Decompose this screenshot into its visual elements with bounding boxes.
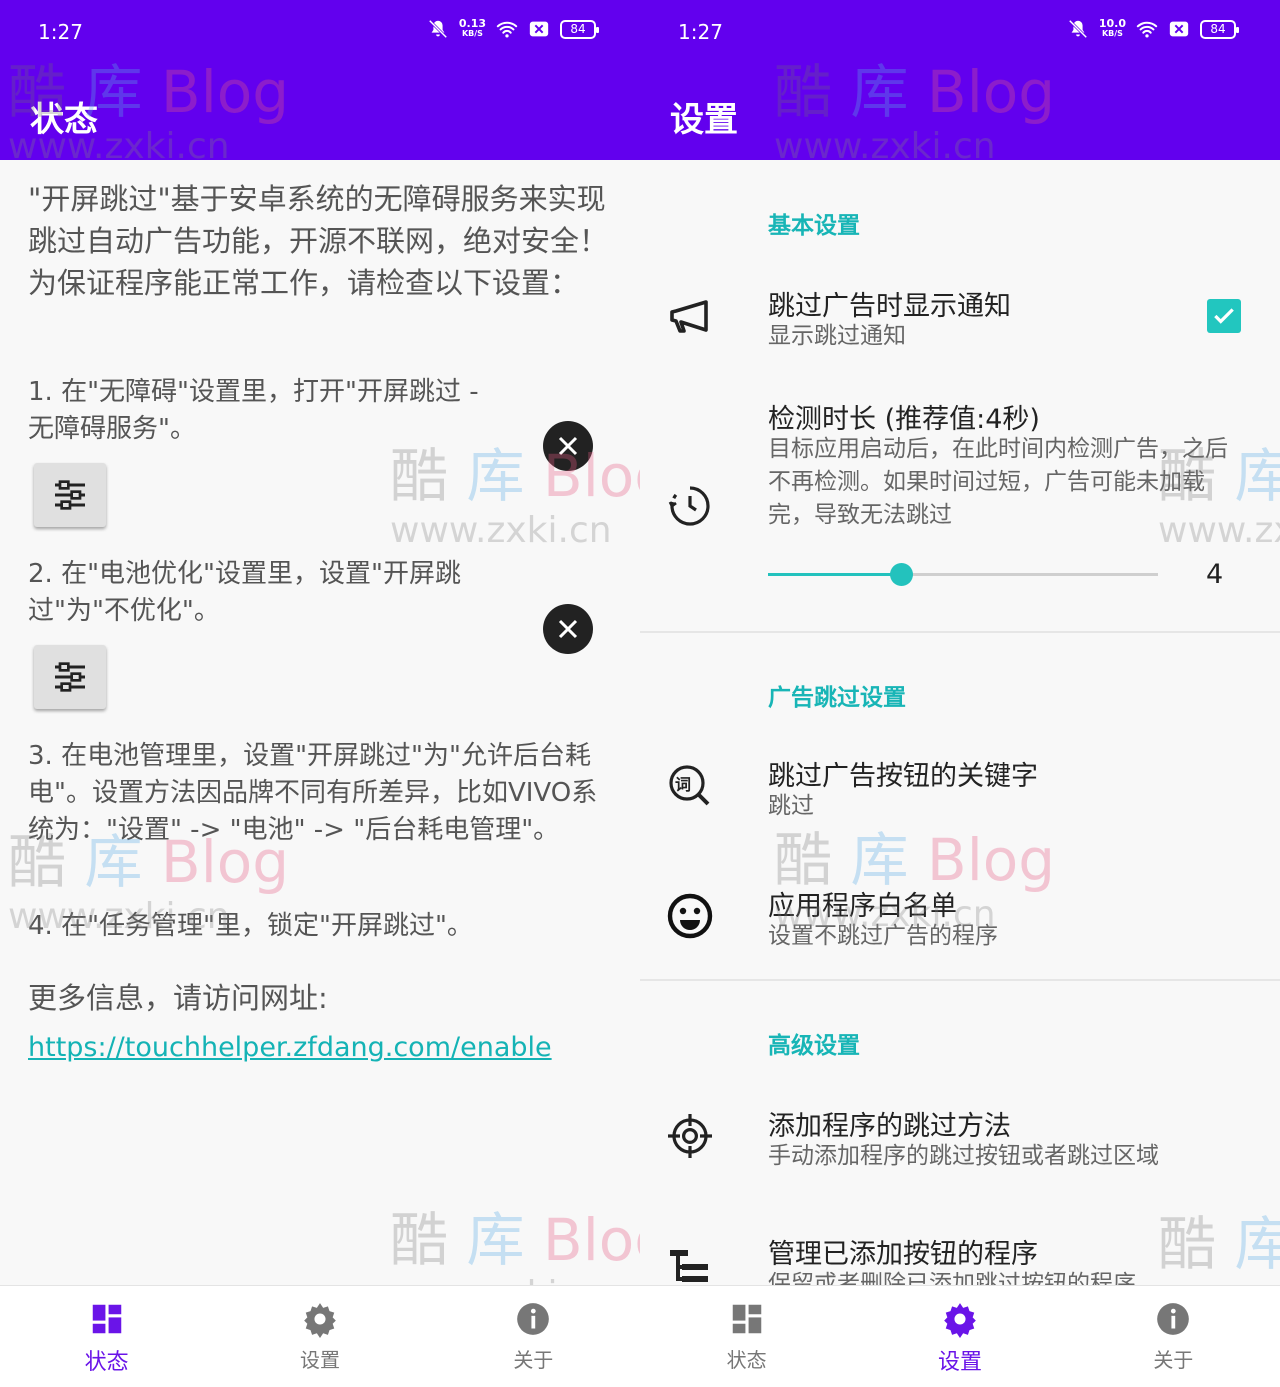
divider (640, 979, 1280, 981)
status-time: 1:27 (38, 20, 83, 44)
nav-status[interactable]: 状态 (0, 1286, 213, 1387)
mute-icon (428, 19, 448, 39)
battery-status-close-button[interactable] (543, 604, 593, 654)
dashboard-icon (92, 1304, 121, 1334)
pref-skip-keywords[interactable]: 词 跳过广告按钮的关键字 跳过 (640, 740, 1280, 840)
nav-about[interactable]: 关于 (427, 1286, 640, 1387)
intro-text: "开屏跳过"基于安卓系统的无障碍服务来实现跳过自动广告功能，开源不联网，绝对安全… (28, 182, 609, 300)
more-info-text: 更多信息，请访问网址: (28, 981, 328, 1015)
status-bar: 1:27 0.13 KB/S 84 (0, 0, 640, 62)
mute-icon (1068, 19, 1088, 39)
page-title: 设置 (670, 100, 738, 140)
step-1-text: 1. 在"无障碍"设置里，打开"开屏跳过 - 无障碍服务"。 (28, 377, 479, 444)
status-bar: 1:27 10.0 KB/S 84 (640, 0, 1280, 62)
divider (640, 631, 1280, 633)
pref-detect-duration[interactable]: 检测时长 (推荐值:4秒) 目标应用启动后，在此时间内检测广告，之后不再检测。如… (640, 385, 1280, 615)
watermark: 酷 库 Blog www.zxki.cn (390, 442, 640, 551)
smiley-icon (667, 893, 713, 939)
duration-value: 4 (1206, 559, 1224, 590)
nav-settings[interactable]: 设置 (853, 1286, 1066, 1387)
wifi-icon (496, 21, 518, 38)
app-bar: 状态 (0, 62, 640, 160)
sim-icon (1169, 21, 1189, 37)
gear-icon (304, 1303, 336, 1338)
bottom-navigation: 状态 设置 关于 (640, 1285, 1280, 1387)
gear-icon (944, 1303, 976, 1338)
step-4-text: 4. 在"任务管理"里，锁定"开屏跳过"。 (28, 911, 473, 941)
notify-checkbox[interactable] (1207, 299, 1241, 333)
category-advanced: 高级设置 (768, 1033, 860, 1059)
keyword-icon: 词 (666, 762, 714, 810)
slider-thumb[interactable] (890, 563, 913, 586)
help-link[interactable]: https://touchhelper.zfdang.com/enable (28, 1032, 552, 1063)
wifi-icon (1136, 21, 1158, 38)
nav-about[interactable]: 关于 (1067, 1286, 1280, 1387)
info-icon (517, 1303, 550, 1335)
sim-icon (529, 21, 549, 37)
pref-manage-programs[interactable]: 管理已添加按钮的程序 保留或者删除已添加跳过按钮的程序 (640, 1220, 1280, 1290)
page-title: 状态 (30, 100, 98, 140)
tune-icon (55, 662, 85, 692)
info-icon (1157, 1303, 1190, 1335)
megaphone-icon (670, 300, 708, 333)
settings-screen: 1:27 10.0 KB/S 84 设置 基本设置 跳过广告时显示通知 显示跳过通… (640, 0, 1280, 1387)
close-icon (558, 619, 578, 639)
step-2-text: 2. 在"电池优化"设置里，设置"开屏跳过"为"不优化"。 (28, 559, 461, 626)
network-speed: 10.0 KB/S (1098, 17, 1126, 38)
accessibility-settings-button[interactable] (34, 463, 106, 527)
nav-settings[interactable]: 设置 (213, 1286, 426, 1387)
step-3-text: 3. 在电池管理里，设置"开屏跳过"为"允许后台耗电"。设置方法因品牌不同有所差… (28, 741, 598, 845)
pref-add-skip-method[interactable]: 添加程序的跳过方法 手动添加程序的跳过按钮或者跳过区域 (640, 1090, 1280, 1190)
status-screen: 1:27 0.13 KB/S 84 状态 "开屏跳过"基于安卓系统的无障碍服务来实… (0, 0, 640, 1387)
tune-icon (55, 480, 85, 510)
check-icon (1214, 308, 1234, 324)
crosshair-icon (668, 1114, 712, 1158)
pref-app-whitelist[interactable]: 应用程序白名单 设置不跳过广告的程序 (640, 870, 1280, 970)
nav-status[interactable]: 状态 (640, 1286, 853, 1387)
tree-list-icon (670, 1250, 708, 1282)
close-icon (558, 436, 578, 456)
timer-icon (668, 486, 710, 526)
bottom-navigation: 状态 设置 关于 (0, 1285, 640, 1387)
category-basic: 基本设置 (768, 213, 860, 239)
battery-indicator: 84 (1200, 19, 1239, 39)
app-bar: 设置 (640, 62, 1280, 160)
status-time: 1:27 (678, 20, 723, 44)
pref-show-notification[interactable]: 跳过广告时显示通知 显示跳过通知 (640, 270, 1280, 370)
network-speed: 0.13 KB/S (458, 17, 486, 38)
accessibility-status-close-button[interactable] (543, 421, 593, 471)
duration-slider[interactable] (768, 563, 1158, 586)
battery-optimization-settings-button[interactable] (34, 645, 106, 709)
battery-indicator: 84 (560, 19, 599, 39)
dashboard-icon (732, 1304, 761, 1334)
category-ad-skip: 广告跳过设置 (768, 685, 906, 711)
